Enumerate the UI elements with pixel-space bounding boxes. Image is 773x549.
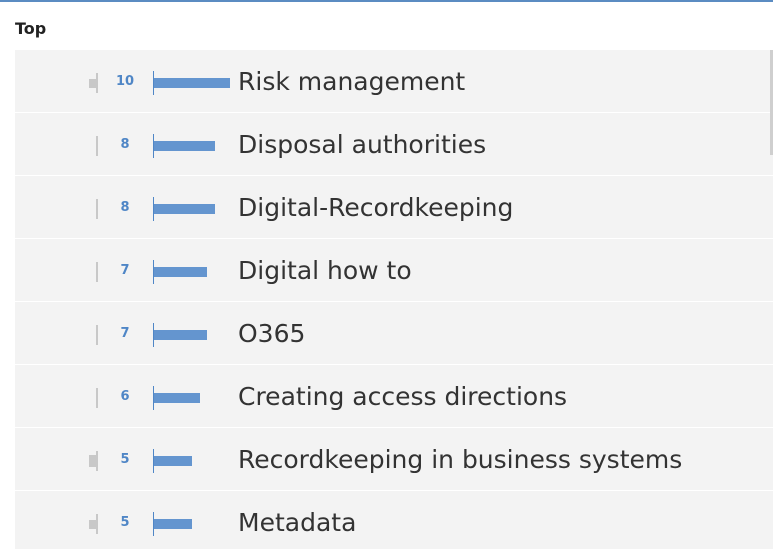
data-label: 7: [120, 326, 130, 341]
trend-baseline: [96, 388, 98, 408]
data-label: 8: [120, 137, 130, 152]
data-label: 6: [120, 389, 130, 404]
category-label[interactable]: Digital-Recordkeeping: [238, 193, 513, 223]
chart-row[interactable]: 7 O365: [15, 302, 773, 365]
data-label: 7: [120, 263, 130, 278]
trend-baseline: [96, 199, 98, 219]
trend-bar: [89, 519, 96, 529]
trend-baseline: [96, 73, 98, 93]
bar: [154, 330, 207, 340]
trend-baseline: [96, 325, 98, 345]
data-label: 5: [120, 452, 130, 467]
trend-bar: [89, 78, 96, 88]
data-label: 8: [120, 200, 130, 215]
top-topics-chart: 10 Risk management 8 Disposal authorities 8 D…: [15, 50, 773, 549]
trend-baseline: [96, 514, 98, 534]
chart-row[interactable]: 8 Disposal authorities: [15, 113, 773, 176]
bar: [154, 78, 230, 88]
chart-row[interactable]: 5 Metadata: [15, 491, 773, 549]
trend-bar: [89, 455, 96, 467]
bar: [154, 519, 192, 529]
trend-baseline: [96, 451, 98, 471]
data-label: 5: [120, 515, 130, 530]
category-label[interactable]: Creating access directions: [238, 382, 567, 412]
bar: [154, 393, 200, 403]
category-label[interactable]: Recordkeeping in business systems: [238, 445, 682, 475]
data-label: 10: [115, 74, 135, 89]
category-label[interactable]: Disposal authorities: [238, 130, 486, 160]
chart-row[interactable]: 5 Recordkeeping in business systems: [15, 428, 773, 491]
bar: [154, 267, 207, 277]
category-label[interactable]: Metadata: [238, 508, 356, 538]
bar: [154, 456, 192, 466]
top-rule: [0, 0, 773, 2]
panel-title: Top: [15, 19, 47, 38]
trend-baseline: [96, 136, 98, 156]
bar: [154, 141, 215, 151]
category-label[interactable]: Risk management: [238, 67, 465, 97]
trend-baseline: [96, 262, 98, 282]
chart-row[interactable]: 7 Digital how to: [15, 239, 773, 302]
chart-row[interactable]: 10 Risk management: [15, 50, 773, 113]
category-label[interactable]: O365: [238, 319, 305, 349]
chart-row[interactable]: 6 Creating access directions: [15, 365, 773, 428]
category-label[interactable]: Digital how to: [238, 256, 412, 286]
bar: [154, 204, 215, 214]
chart-row[interactable]: 8 Digital-Recordkeeping: [15, 176, 773, 239]
